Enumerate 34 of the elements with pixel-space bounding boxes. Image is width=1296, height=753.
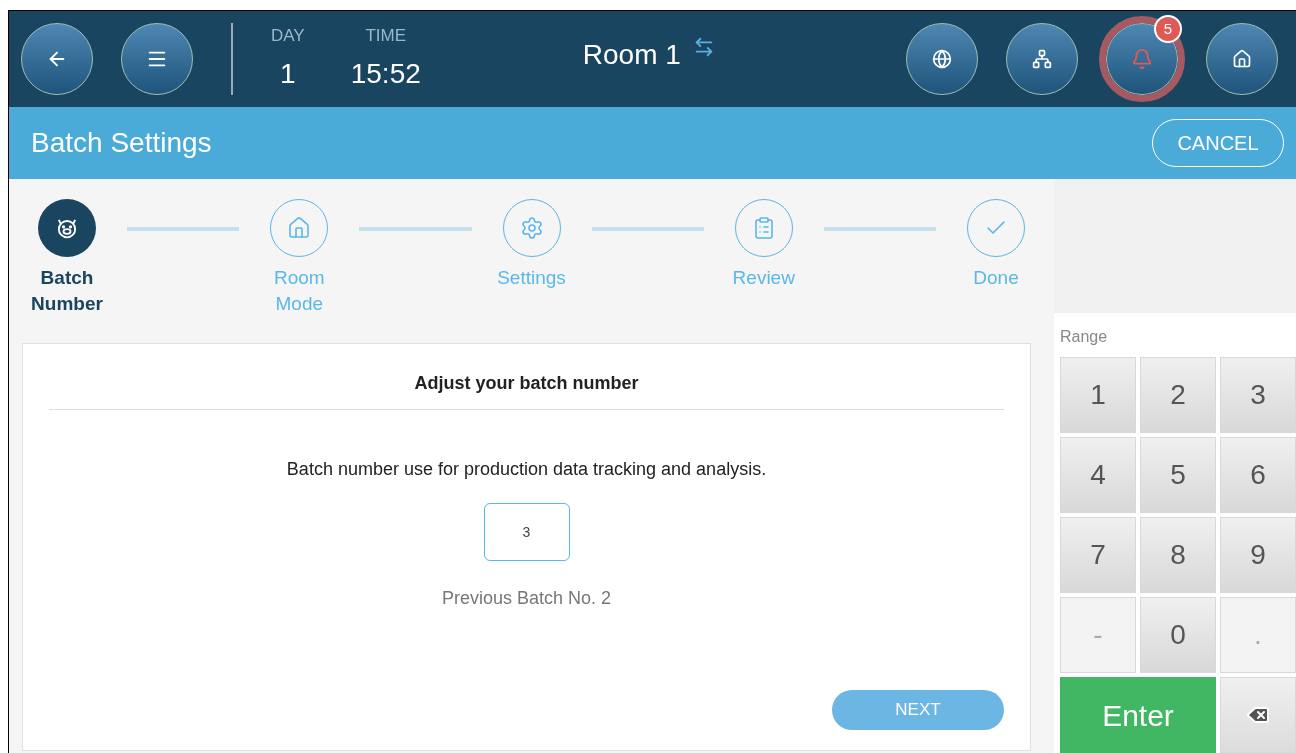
keypad-key[interactable]: 1	[1060, 357, 1136, 433]
network-icon	[1032, 49, 1052, 69]
day-value: 1	[280, 56, 296, 91]
previous-batch: Previous Batch No. 2	[441, 587, 612, 610]
keypad-key[interactable]: 7	[1060, 517, 1136, 593]
keypad-key[interactable]: 0	[1140, 597, 1216, 673]
house-icon	[287, 216, 312, 240]
time-label: TIME	[365, 25, 407, 48]
step-label: Done	[972, 266, 1020, 290]
home-icon	[1232, 49, 1252, 69]
globe-icon	[932, 49, 952, 69]
alarm-badge: 5	[1154, 15, 1182, 43]
keypad-key[interactable]: 9	[1220, 517, 1296, 593]
keypad-key[interactable]: 2	[1140, 357, 1216, 433]
keypad-key[interactable]: 8	[1140, 517, 1216, 593]
step-label: Settings	[496, 266, 567, 290]
room-title: Room 1	[582, 38, 681, 72]
step-label: Room Mode	[272, 266, 326, 316]
card-description: Batch number use for production data tracking and analysis.	[286, 458, 767, 481]
keypad-key[interactable]: 5	[1140, 437, 1216, 513]
day-label: DAY	[271, 25, 305, 48]
page-title: Batch Settings	[31, 126, 212, 160]
gear-icon	[519, 216, 544, 240]
batch-input[interactable]: 3	[483, 503, 570, 561]
step-label: Review	[731, 266, 796, 290]
time-value: 15:52	[350, 56, 421, 91]
bell-icon	[1131, 48, 1153, 70]
keypad-key[interactable]: 3	[1220, 357, 1296, 433]
range-label: Range	[1060, 327, 1109, 347]
step-label: Batch Number	[30, 266, 104, 316]
backspace-key[interactable]	[1220, 677, 1296, 753]
card-title: Adjust your batch number	[414, 372, 639, 395]
keypad-key[interactable]: 6	[1220, 437, 1296, 513]
keypad-key[interactable]: 4	[1060, 437, 1136, 513]
